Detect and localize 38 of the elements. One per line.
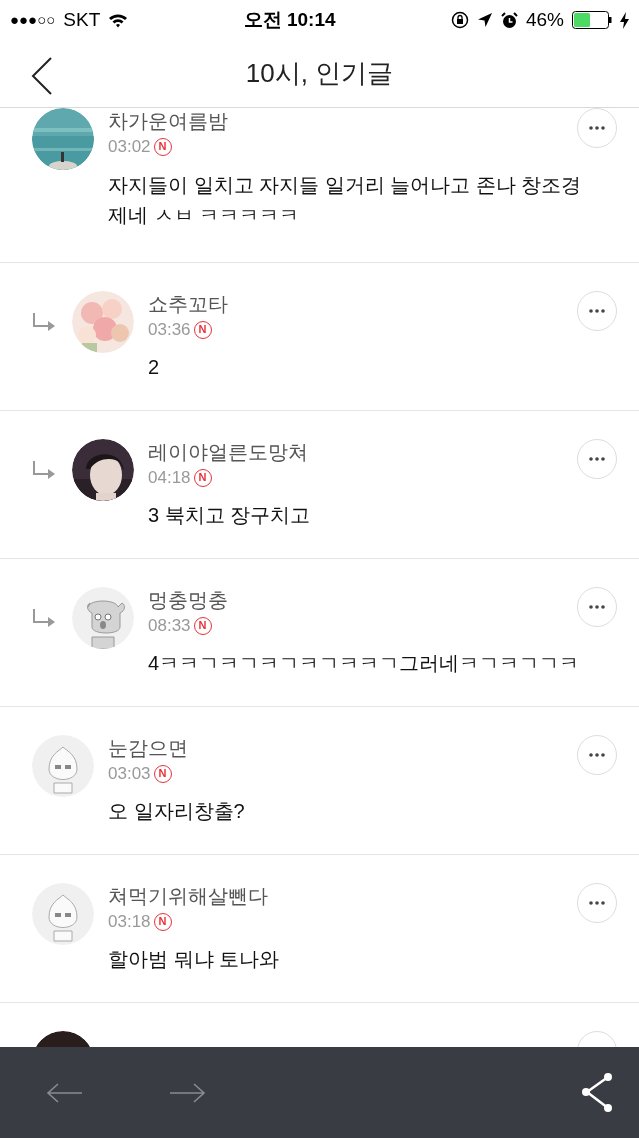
battery-percent: 46% (525, 7, 564, 32)
user-name: 쳐먹기위해살뺀다 (108, 884, 269, 909)
wifi-icon (108, 12, 129, 28)
post-time: 03:03 (108, 763, 151, 785)
arrow-right-icon (170, 1082, 206, 1105)
comment-text: 4ㅋㅋㄱㅋㄱㅋㄱㅋㄱㅋㅋㄱ그러네ㅋㄱㅋㄱㄱㅋ (148, 650, 581, 676)
signal-dots: ●●●○○ (10, 9, 56, 30)
more-icon (589, 605, 605, 609)
user-name: 눈감으면 (108, 736, 189, 761)
arrow-left-icon (46, 1082, 82, 1105)
post-time: 03:36 (148, 319, 191, 341)
alarm-clock-icon (500, 11, 518, 29)
share-icon (581, 1072, 613, 1113)
post-time: 03:18 (108, 911, 151, 933)
more-icon (589, 309, 605, 313)
chevron-left-icon (30, 56, 54, 96)
more-icon (589, 753, 605, 757)
battery-icon (572, 11, 612, 29)
user-name: 쇼추꼬타 (148, 292, 229, 317)
post-time: 08:33 (148, 615, 191, 637)
post-time: 03:02 (108, 136, 151, 158)
rotation-lock-icon (450, 11, 469, 29)
user-name: 차가운여름밤 (108, 109, 229, 134)
location-arrow-icon (476, 12, 493, 28)
carrier-name: SKT (63, 7, 101, 32)
more-icon (589, 126, 605, 130)
page-title: 10시, 인기글 (245, 57, 394, 90)
user-name: 멍충멍충 (148, 588, 229, 613)
more-icon (589, 901, 605, 905)
comment-text: 3 북치고 장구치고 (148, 502, 312, 528)
user-name: 레이야얼른도망쳐 (148, 440, 309, 465)
more-icon (589, 457, 605, 461)
comment-text: 오 일자리창출? (108, 798, 246, 824)
status-time: 오전 10:14 (243, 7, 336, 32)
post-time: 04:18 (148, 467, 191, 489)
comment-text: 할아범 뭐냐 토나와 (108, 946, 281, 972)
comment-text: 자지들이 일치고 자지들 일거리 늘어나고 존나 창조경제네 ㅅㅂ ㅋㅋㅋㅋㅋ (108, 172, 583, 228)
comment-text: 2 (148, 354, 161, 380)
